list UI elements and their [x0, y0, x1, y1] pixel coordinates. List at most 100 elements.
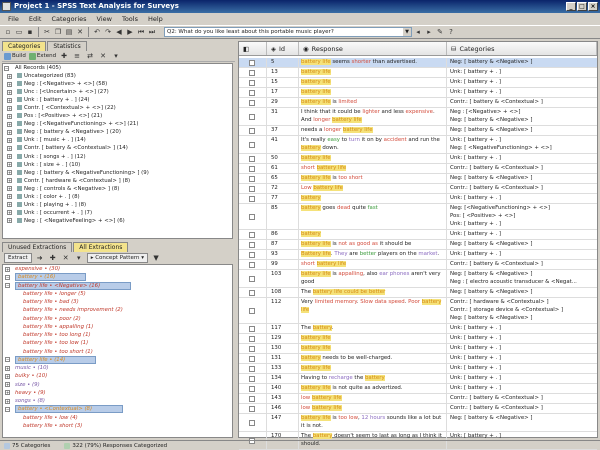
table-row[interactable]: 29 battery life is limited Contr.: [ batte… — [239, 98, 597, 108]
row-select-cell[interactable] — [239, 230, 267, 239]
expand-icon[interactable]: + — [7, 81, 12, 87]
category-item[interactable]: + Neg : [ <NegativeFeeling> + <>] (6) — [3, 217, 232, 225]
row-checkbox[interactable] — [249, 275, 255, 282]
expand-icon[interactable]: + — [7, 162, 12, 168]
extraction-item[interactable]: − battery life • <Negative> (16) — [3, 281, 232, 290]
row-checkbox[interactable] — [249, 307, 255, 314]
table-row[interactable]: 15 battery life Unk: [ battery + . ] — [239, 78, 597, 88]
row-select-cell[interactable] — [239, 270, 267, 287]
forward-icon[interactable]: ➜ — [35, 253, 45, 263]
expand-icon[interactable]: + — [5, 266, 10, 272]
table-row[interactable]: 134 Having to recharge the battery Unk: [ … — [239, 374, 597, 384]
table-row[interactable]: 103 battery life is appalling, also ear p… — [239, 270, 597, 288]
expand-icon[interactable]: + — [7, 113, 12, 119]
help-icon[interactable]: ? — [446, 27, 456, 37]
row-select-cell[interactable] — [239, 374, 267, 383]
table-row[interactable]: 131 battery needs to be well-charged. Unk:… — [239, 354, 597, 364]
table-row[interactable]: 31 I think that it could be lighter and l… — [239, 108, 597, 126]
expand-icon[interactable]: + — [7, 105, 12, 111]
category-item[interactable]: + Unk : [ songs + . ] (12) — [3, 153, 232, 161]
row-select-cell[interactable] — [239, 126, 267, 135]
extraction-item[interactable]: + music • (10) — [3, 364, 232, 372]
row-select-cell[interactable] — [239, 288, 267, 297]
row-checkbox[interactable] — [249, 141, 255, 148]
row-checkbox[interactable] — [249, 375, 255, 382]
response-column-header[interactable]: ◉ Response — [299, 42, 447, 55]
row-select-cell[interactable] — [239, 88, 267, 97]
row-checkbox[interactable] — [249, 213, 255, 220]
copy-icon[interactable]: ❐ — [53, 27, 63, 37]
extraction-item[interactable]: battery life • low (4) — [3, 414, 232, 422]
minimize-button[interactable]: _ — [566, 2, 576, 11]
expand-icon[interactable]: + — [5, 382, 10, 387]
row-checkbox[interactable] — [249, 251, 255, 258]
dropdown-icon[interactable]: ▾ — [74, 253, 84, 263]
expand-icon[interactable]: + — [7, 121, 12, 127]
table-row[interactable]: 50 battery life Unk: [ battery + . ] — [239, 154, 597, 164]
category-item[interactable]: + Pos : [<Positive> + <>] (21) — [3, 112, 232, 120]
row-select-cell[interactable] — [239, 136, 267, 153]
row-select-cell[interactable] — [239, 174, 267, 183]
row-checkbox[interactable] — [249, 261, 255, 268]
collapse-icon[interactable]: − — [5, 406, 10, 412]
row-checkbox[interactable] — [249, 175, 255, 182]
row-checkbox[interactable] — [249, 165, 255, 172]
row-checkbox[interactable] — [249, 289, 255, 296]
extraction-item[interactable]: battery life • poor (2) — [3, 315, 232, 323]
table-row[interactable]: 41 It's really easy to turn it on by acci… — [239, 136, 597, 154]
menu-help[interactable]: Help — [143, 13, 168, 25]
table-row[interactable]: 72 Low battery life Contr.: [ battery & <C… — [239, 184, 597, 194]
category-item[interactable]: + Unk : [ music + . ] (14) — [3, 136, 232, 144]
row-checkbox[interactable] — [249, 419, 255, 426]
question-select[interactable]: Q2: What do you like least about this po… — [164, 27, 412, 37]
extend-button[interactable]: Extend — [28, 52, 56, 60]
undo-icon[interactable]: ↶ — [92, 27, 102, 37]
tab-categories[interactable]: Categories — [2, 41, 47, 51]
category-item[interactable]: + Uncategorized (83) — [3, 72, 232, 80]
row-checkbox[interactable] — [249, 99, 255, 106]
row-select-cell[interactable] — [239, 414, 267, 431]
id-column-header[interactable]: ◈ Id — [267, 42, 299, 55]
collapse-icon[interactable]: − — [4, 65, 9, 71]
table-row[interactable]: 112 Very limited memory. Slow data speed.… — [239, 298, 597, 324]
extraction-item[interactable]: + bulky • (10) — [3, 372, 232, 380]
category-item[interactable]: + Neg : [ controls & <Negative> ] (8) — [3, 185, 232, 193]
category-item[interactable]: + Neg : [<NegativeFunctioning> + <>] (21) — [3, 120, 232, 128]
table-row[interactable]: 65 battery life is too short Neg: [ batter… — [239, 174, 597, 184]
concept-pattern-button[interactable]: ▸ Concept Pattern ▾ — [86, 253, 149, 263]
row-select-cell[interactable] — [239, 260, 267, 269]
sort-icon[interactable]: ▾ — [111, 51, 121, 61]
menu-categories[interactable]: Categories — [46, 13, 91, 25]
category-item[interactable]: + Neg : [ battery & <Negative> ] (20) — [3, 128, 232, 136]
back-icon[interactable]: ◀ — [114, 27, 124, 37]
row-checkbox[interactable] — [249, 155, 255, 162]
row-select-cell[interactable] — [239, 324, 267, 333]
row-select-cell[interactable] — [239, 154, 267, 163]
table-row[interactable]: 133 battery life Unk: [ battery + . ] — [239, 364, 597, 374]
row-checkbox[interactable] — [249, 385, 255, 392]
table-row[interactable]: 87 battery life is not as good as it shou… — [239, 240, 597, 250]
row-select-cell[interactable] — [239, 344, 267, 353]
category-item[interactable]: + Neg : [<Negative> + <>] (58) — [3, 80, 232, 88]
expand-icon[interactable]: + — [7, 194, 12, 200]
extraction-item[interactable]: battery life • appalling (1) — [3, 323, 232, 331]
row-checkbox[interactable] — [249, 335, 255, 342]
redo-icon[interactable]: ↷ — [103, 27, 113, 37]
table-row[interactable]: 117 The battery. Unk: [ battery + . ] — [239, 324, 597, 334]
row-checkbox[interactable] — [249, 405, 255, 412]
maximize-button[interactable]: □ — [577, 2, 587, 11]
table-row[interactable]: 61 short battery life Contr.: [ battery & … — [239, 164, 597, 174]
build-button[interactable]: Build — [4, 52, 26, 60]
expand-icon[interactable]: + — [7, 170, 12, 176]
extract-button[interactable]: Extract — [4, 253, 32, 263]
expand-icon[interactable]: + — [7, 202, 12, 208]
expand-icon[interactable]: + — [5, 390, 10, 396]
row-select-cell[interactable] — [239, 240, 267, 249]
row-select-cell[interactable] — [239, 250, 267, 259]
expand-icon[interactable]: + — [7, 218, 12, 224]
row-checkbox[interactable] — [249, 395, 255, 402]
category-item[interactable]: + Unk : [ color + . ] (8) — [3, 193, 232, 201]
table-row[interactable]: 130 battery life Unk: [ battery + . ] — [239, 344, 597, 354]
table-row[interactable]: 86 battery Unk: [ battery + . ] — [239, 230, 597, 240]
close-button[interactable]: × — [588, 2, 598, 11]
